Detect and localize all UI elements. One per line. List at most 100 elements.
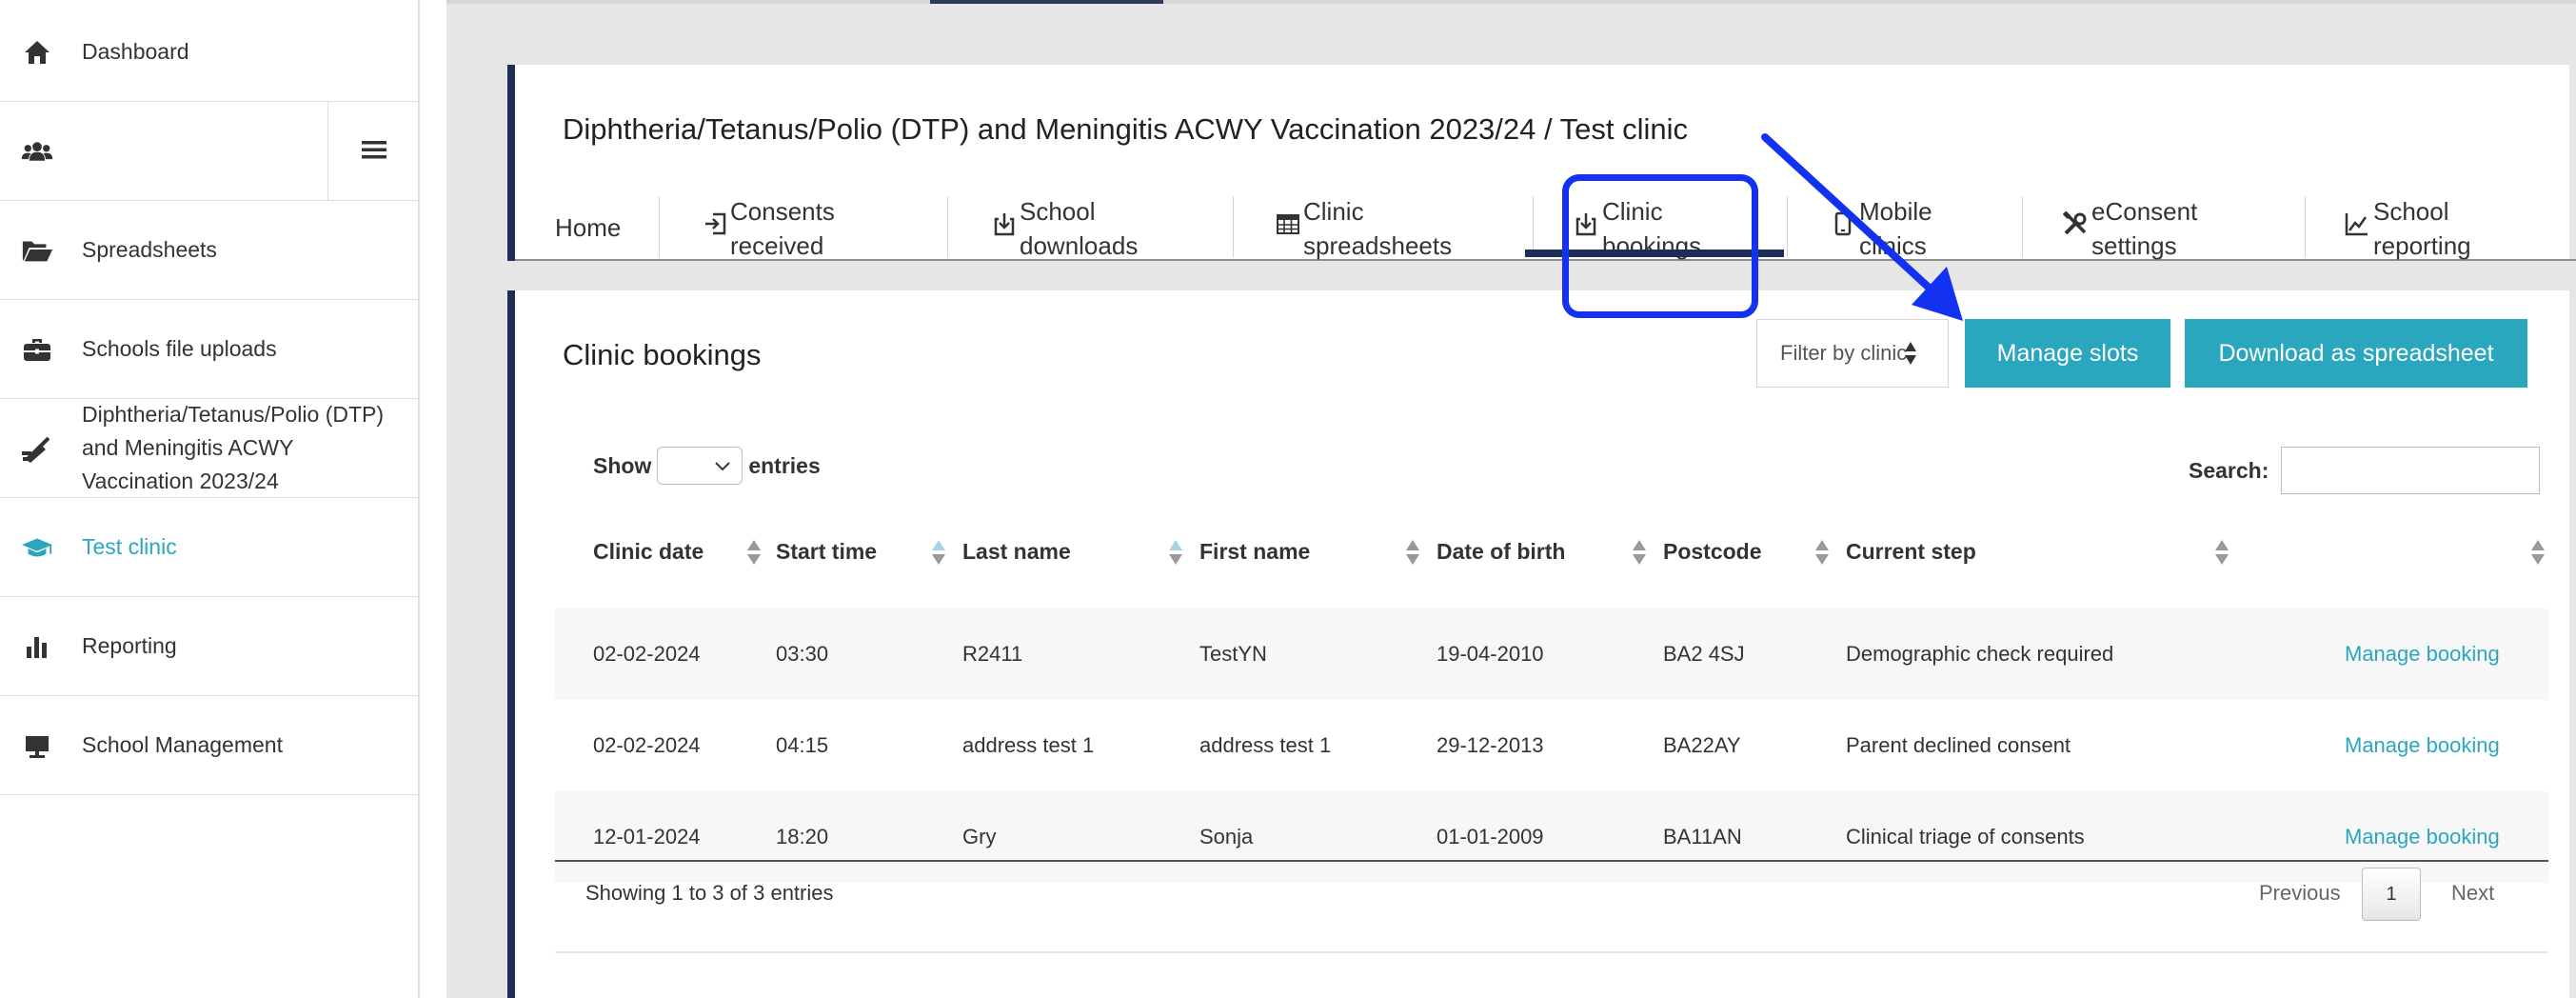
- cell-first-name: TestYN: [1199, 642, 1267, 666]
- tab-separator: [659, 196, 660, 257]
- sidebar-item-test-clinic[interactable]: Test clinic: [0, 498, 419, 597]
- sidebar: Dashboard Spreadsheets Schools file uplo…: [0, 0, 419, 998]
- sidebar-item-school-management[interactable]: School Management: [0, 696, 419, 795]
- cell-postcode: BA11AN: [1663, 825, 1742, 848]
- tab-label: eConsent settings: [2091, 197, 2198, 260]
- sort-icon[interactable]: [745, 538, 763, 571]
- highlight-annotation: [1562, 174, 1758, 318]
- manage-booking-link[interactable]: Manage booking: [2345, 609, 2500, 700]
- sidebar-item-schools-file-uploads[interactable]: Schools file uploads: [0, 300, 419, 399]
- sidebar-item-label: Dashboard: [82, 39, 189, 64]
- column-header-current-step[interactable]: Current step: [1846, 517, 1976, 586]
- manage-slots-button[interactable]: Manage slots: [1965, 319, 2170, 388]
- sort-icon[interactable]: [1404, 538, 1421, 571]
- cell-first-name: Sonja: [1199, 825, 1254, 848]
- sidebar-item-label: Spreadsheets: [82, 237, 217, 262]
- sidebar-item-label: School Management: [82, 732, 283, 757]
- download-icon: [993, 211, 1016, 236]
- menu-toggle-button[interactable]: [327, 102, 419, 201]
- column-header-postcode[interactable]: Postcode: [1663, 517, 1762, 586]
- tab-label: Clinic spreadsheets: [1303, 197, 1453, 260]
- cell-current-step: Demographic check required: [1846, 642, 2114, 666]
- column-label: Current step: [1846, 538, 1976, 564]
- tab-label: Consents received: [730, 197, 835, 260]
- sidebar-item-label: Test clinic: [82, 534, 177, 559]
- filter-label: Filter by clinic: [1780, 341, 1908, 365]
- content-gutter: [420, 0, 446, 998]
- column-header-last-name[interactable]: Last name: [962, 517, 1071, 586]
- sort-ascending-icon[interactable]: [1167, 538, 1184, 571]
- tab-school-downloads[interactable]: School downloads: [993, 194, 1183, 261]
- sidebar-item-vaccination[interactable]: Diphtheria/Tetanus/Polio (DTP) and Menin…: [0, 399, 419, 498]
- line-chart-icon: [2345, 211, 2369, 236]
- cell-last-name: R2411: [962, 642, 1023, 666]
- cell-clinic-date: 02-02-2024: [593, 642, 701, 666]
- tab-school-reporting[interactable]: School reporting: [2345, 194, 2497, 261]
- cell-current-step: Clinical triage of consents: [1846, 825, 2085, 848]
- sort-icon[interactable]: [1813, 538, 1831, 571]
- sidebar-item-label: Reporting: [82, 633, 177, 658]
- column-header-start-time[interactable]: Start time: [776, 517, 877, 586]
- tab-separator: [1233, 196, 1234, 257]
- page-title: Diphtheria/Tetanus/Polio (DTP) and Menin…: [563, 112, 1689, 146]
- column-header-date-of-birth[interactable]: Date of birth: [1437, 517, 1565, 586]
- table-row: 02-02-2024 04:15 address test 1 address …: [555, 700, 2548, 791]
- syringe-icon: [21, 432, 53, 465]
- entries-per-page-select[interactable]: [657, 447, 743, 485]
- cell-postcode: BA22AY: [1663, 733, 1741, 757]
- footer-divider: [555, 951, 2548, 953]
- tab-home[interactable]: Home: [555, 194, 621, 261]
- tab-consents-received[interactable]: Consents received: [703, 194, 913, 261]
- column-label: Clinic date: [593, 538, 704, 564]
- table-row: 12-01-2024 18:20 Gry Sonja 01-01-2009 BA…: [555, 791, 2548, 883]
- entries-label: entries: [748, 452, 821, 478]
- cell-last-name: address test 1: [962, 733, 1095, 757]
- tab-clinic-spreadsheets[interactable]: Clinic spreadsheets: [1277, 194, 1486, 261]
- column-header-first-name[interactable]: First name: [1199, 517, 1310, 586]
- sort-ascending-icon[interactable]: [930, 538, 947, 571]
- bookings-table: Clinic date Start time Last name First n…: [555, 517, 2548, 883]
- column-label: Start time: [776, 538, 878, 564]
- sign-in-icon: [703, 211, 726, 236]
- tab-label: Home: [555, 213, 622, 242]
- sort-icon[interactable]: [2213, 538, 2230, 571]
- previous-page-button[interactable]: Previous: [2259, 881, 2341, 906]
- tab-label: School downloads: [1020, 197, 1139, 260]
- sidebar-item-reporting[interactable]: Reporting: [0, 597, 419, 696]
- page-number-button[interactable]: 1: [2362, 868, 2421, 921]
- cell-first-name: address test 1: [1199, 733, 1332, 757]
- section-title: Clinic bookings: [563, 338, 762, 371]
- sidebar-item-users[interactable]: [0, 102, 419, 201]
- select-arrows-icon: [1904, 341, 1917, 371]
- column-header-clinic-date[interactable]: Clinic date: [593, 517, 703, 586]
- next-page-button[interactable]: Next: [2451, 881, 2494, 906]
- column-label: Date of birth: [1437, 538, 1566, 564]
- table-header: Clinic date Start time Last name First n…: [555, 517, 2548, 586]
- tab-separator: [947, 196, 948, 257]
- sidebar-item-spreadsheets[interactable]: Spreadsheets: [0, 201, 419, 300]
- cell-current-step: Parent declined consent: [1846, 733, 2071, 757]
- users-icon: [21, 135, 53, 168]
- table-info: Showing 1 to 3 of 3 entries: [585, 881, 834, 905]
- sidebar-item-dashboard[interactable]: Dashboard: [0, 3, 419, 102]
- search-input[interactable]: [2281, 447, 2540, 494]
- sidebar-item-label: Diphtheria/Tetanus/Polio (DTP) and Menin…: [82, 402, 385, 493]
- campaign-header-card: Diphtheria/Tetanus/Polio (DTP) and Menin…: [507, 65, 2576, 261]
- column-label: Last name: [962, 538, 1071, 564]
- column-label: Postcode: [1663, 538, 1762, 564]
- search-label: Search:: [2189, 458, 2269, 483]
- sort-icon[interactable]: [2529, 538, 2546, 571]
- cell-clinic-date: 02-02-2024: [593, 733, 701, 757]
- sort-icon[interactable]: [1631, 538, 1648, 571]
- chevron-down-icon: [713, 455, 732, 481]
- bar-chart-icon: [21, 630, 53, 663]
- show-label: Show: [593, 452, 652, 478]
- easel-icon: [21, 729, 53, 762]
- tab-econsent-settings[interactable]: eConsent settings: [2063, 194, 2225, 261]
- download-spreadsheet-button[interactable]: Download as spreadsheet: [2185, 319, 2527, 388]
- clinic-bookings-card: Clinic bookings Filter by clinic Manage …: [507, 290, 2569, 998]
- sidebar-item-label: Schools file uploads: [82, 336, 277, 361]
- cell-postcode: BA2 4SJ: [1663, 642, 1745, 666]
- top-strip: [446, 0, 2576, 4]
- manage-booking-link[interactable]: Manage booking: [2345, 700, 2500, 791]
